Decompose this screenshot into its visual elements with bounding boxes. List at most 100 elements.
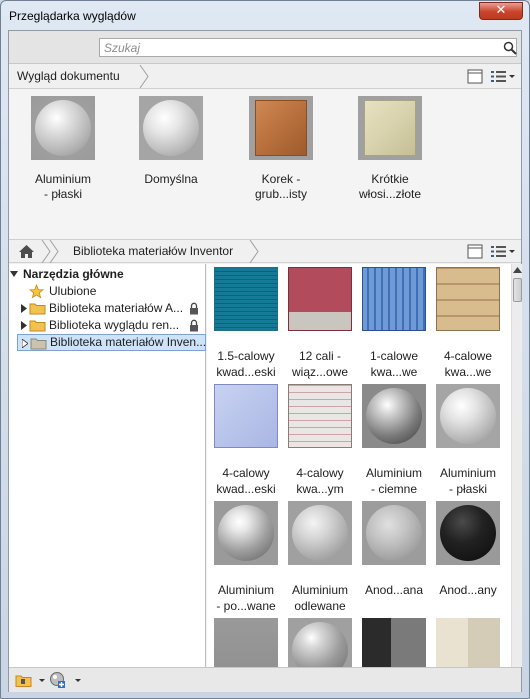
collapse-arrow-icon[interactable] [10,271,18,278]
material-label: Anod...any [439,583,497,597]
material-swatch-icon [436,618,500,667]
close-button[interactable]: ✕ [479,2,523,20]
breadcrumb-inventor-library[interactable]: Biblioteka materiałów Inventor [65,240,241,263]
library-material-item[interactable]: Aluminium - płaski [431,384,505,497]
library-material-item[interactable]: 12 cali - wiąz...owe [283,267,357,380]
library-material-item[interactable]: Anod...any [431,501,505,598]
scrollbar-thumb[interactable] [513,278,522,302]
material-swatch-icon [288,384,352,448]
tree-item-label: Biblioteka materiałów A... [49,301,184,315]
library-material-item[interactable] [209,618,283,667]
tree-item-favorites[interactable]: Ulubione [9,283,206,300]
panel-view-icon[interactable] [467,244,483,259]
appearance-label: Domyślna [144,172,198,186]
material-label: Aluminium [291,583,348,597]
library-tree: Narzędzia główne Ulubione Biblioteka mat… [9,264,206,667]
lock-icon [190,302,198,315]
material-swatch-icon [362,384,426,448]
folder-icon [29,320,46,332]
material-label: 4-calowe [443,349,493,363]
tree-item-label: Ulubione [49,284,97,298]
manage-library-icon[interactable] [15,673,49,688]
material-swatch-icon [362,618,426,667]
material-label: odlewane [294,599,346,613]
document-appearance-item[interactable]: Aluminium - płaski [13,96,113,202]
tree-item-label: Biblioteka materiałów Inven... [50,335,207,349]
library-breadcrumb-bar: Biblioteka materiałów Inventor [9,239,521,263]
tree-item-render-library[interactable]: Biblioteka wyglądu ren... [9,317,206,334]
material-label: Aluminium [365,466,422,480]
material-label: kwad...eski [216,365,276,379]
material-swatch-icon [436,384,500,448]
material-label: 1.5-calowy [217,349,275,363]
appearance-swatch-icon [139,96,203,160]
bottom-toolbar [9,667,521,692]
star-icon [29,284,44,299]
panel-view-icon[interactable] [467,69,483,84]
material-label: - ciemne [370,482,417,496]
appearance-browser-window: Przeglądarka wyglądów ✕ Wygląd dokumentu [0,0,530,699]
search-bar [9,31,521,64]
gallery-scrollbar[interactable] [511,264,522,667]
material-swatch-icon [288,267,352,331]
tree-root-label: Narzędzia główne [23,267,124,281]
appearance-label: Korek - [261,172,301,186]
material-swatch-icon [214,267,278,331]
material-label: kwad...eski [216,482,276,496]
material-swatch-icon [214,618,278,667]
library-material-item[interactable] [431,618,505,667]
list-view-options-icon[interactable] [490,69,516,84]
appearance-label: Krótkie [371,172,409,186]
library-material-item[interactable]: 4-calowe kwa...we [431,267,505,380]
material-swatch-icon [288,501,352,565]
create-material-icon[interactable] [49,671,83,689]
document-appearance-item[interactable]: Domyślna [121,96,221,187]
material-swatch-icon [362,501,426,565]
title-bar[interactable]: Przeglądarka wyglądów ✕ [1,1,529,31]
library-material-item[interactable]: Anod...ana [357,501,431,598]
library-material-item[interactable]: 1.5-calowy kwad...eski [209,267,283,380]
material-label: 4-calowy [296,466,344,480]
material-label: 4-calowy [222,466,270,480]
library-material-item[interactable]: Aluminium - po...wane [209,501,283,614]
expand-arrow-icon[interactable] [21,321,27,330]
library-material-item[interactable]: 1-calowe kwa...we [357,267,431,380]
tree-item-inventor-library[interactable]: Biblioteka materiałów Inven... [17,334,206,351]
material-label: - płaski [448,482,487,496]
scroll-up-arrow-icon[interactable] [513,267,522,273]
appearance-label: włosi...złote [358,187,422,201]
expand-arrow-icon[interactable] [21,304,27,313]
material-swatch-icon [214,501,278,565]
list-view-options-icon[interactable] [490,244,516,259]
folder-icon [29,303,46,315]
library-gallery: 1.5-calowy kwad...eski 12 cali - wiąz...ow… [207,264,511,667]
material-label: wiąz...owe [291,365,349,379]
search-input[interactable] [99,38,517,57]
material-label: 1-calowe [369,349,419,363]
material-swatch-icon [436,501,500,565]
tree-item-autodesk-library[interactable]: Biblioteka materiałów A... [9,300,206,317]
breadcrumb-arrow-icon [249,240,259,263]
appearance-label: - płaski [43,187,82,201]
library-material-item[interactable]: 4-calowy kwa...ym [283,384,357,497]
document-appearances-panel: Aluminium - płaski Domyślna Korek - grub..… [9,89,521,239]
expand-arrow-icon[interactable] [22,339,28,348]
document-appearance-item[interactable]: Krótkie włosi...złote [340,96,440,202]
home-icon[interactable] [18,244,35,259]
document-appearance-item[interactable]: Korek - grub...isty [231,96,331,202]
library-material-item[interactable]: 4-calowy kwad...eski [209,384,283,497]
library-material-item[interactable] [283,618,357,667]
material-label: kwa...ym [296,482,344,496]
library-material-item[interactable]: Aluminium - ciemne [357,384,431,497]
library-split-panel: Narzędzia główne Ulubione Biblioteka mat… [9,264,522,667]
material-label: - po...wane [216,599,276,613]
appearance-label: grub...isty [254,187,308,201]
window-title: Przeglądarka wyglądów [9,9,136,23]
breadcrumb-document-appearances[interactable]: Wygląd dokumentu [9,65,128,88]
material-swatch-icon [214,384,278,448]
library-material-item[interactable] [357,618,431,667]
material-label: Anod...ana [364,583,424,597]
library-material-item[interactable]: Aluminium odlewane [283,501,357,614]
material-label: kwa...we [444,365,492,379]
search-icon[interactable] [503,41,517,55]
